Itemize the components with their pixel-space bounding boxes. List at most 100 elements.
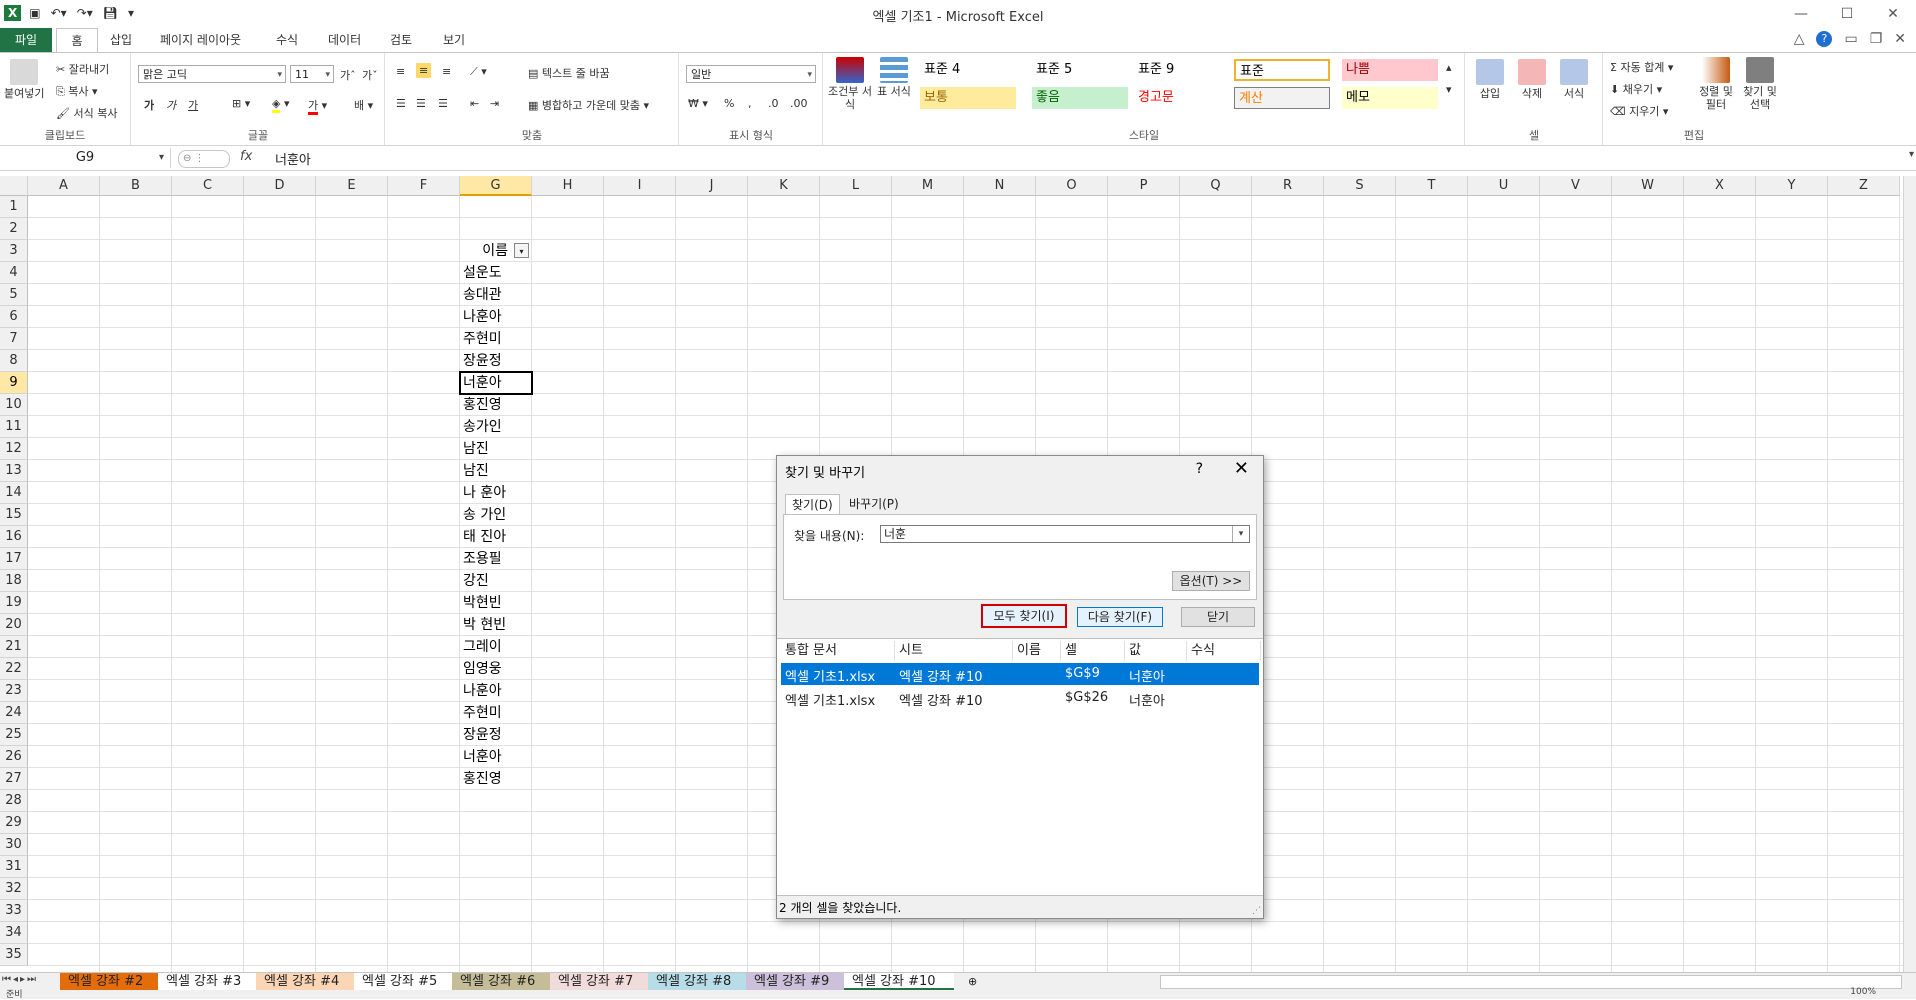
table-cell[interactable]: 송대관 bbox=[460, 284, 532, 306]
column-header-x[interactable]: X bbox=[1684, 176, 1756, 196]
options-button[interactable]: 옵션(T) >> bbox=[1172, 571, 1250, 591]
column-header-w[interactable]: W bbox=[1612, 176, 1684, 196]
column-header-v[interactable]: V bbox=[1540, 176, 1612, 196]
table-cell[interactable]: 그레이 bbox=[460, 636, 532, 658]
table-cell[interactable]: 강진 bbox=[460, 570, 532, 592]
orientation-icon[interactable]: ⟋ ▾ bbox=[470, 65, 487, 79]
style-swatch[interactable]: 계산 bbox=[1234, 87, 1330, 109]
tab-review[interactable]: 검토 bbox=[380, 28, 422, 52]
collapse-ribbon-icon[interactable]: △ bbox=[1794, 31, 1805, 47]
sheet-tab[interactable]: 엑셀 강좌 #4 bbox=[256, 973, 354, 990]
row-header-1[interactable]: 1 bbox=[0, 196, 28, 218]
insert-function-button[interactable]: fx bbox=[240, 149, 252, 164]
row-header-22[interactable]: 22 bbox=[0, 658, 28, 680]
workbook-minimize-icon[interactable]: ▭ bbox=[1844, 31, 1857, 47]
table-cell[interactable]: 남진 bbox=[460, 438, 532, 460]
row-header-20[interactable]: 20 bbox=[0, 614, 28, 636]
column-header-g[interactable]: G bbox=[460, 176, 532, 196]
column-header-a[interactable]: A bbox=[28, 176, 100, 196]
row-header-8[interactable]: 8 bbox=[0, 350, 28, 372]
row-header-27[interactable]: 27 bbox=[0, 768, 28, 790]
row-header-18[interactable]: 18 bbox=[0, 570, 28, 592]
sheet-tab[interactable]: 엑셀 강좌 #5 bbox=[354, 973, 452, 990]
column-header-f[interactable]: F bbox=[388, 176, 460, 196]
results-column-header[interactable]: 이름 bbox=[1013, 641, 1061, 661]
style-swatch[interactable]: 경고문 bbox=[1134, 87, 1230, 109]
close-window-button[interactable]: ✕ bbox=[1870, 0, 1916, 28]
row-header-15[interactable]: 15 bbox=[0, 504, 28, 526]
table-cell[interactable]: 설운도 bbox=[460, 262, 532, 284]
filter-dropdown-icon[interactable]: ▾ bbox=[514, 243, 529, 258]
sheet-tab[interactable]: 엑셀 강좌 #3 bbox=[158, 973, 256, 990]
align-right-icon[interactable]: ☰ bbox=[438, 97, 448, 110]
style-swatch[interactable]: 표준 9 bbox=[1134, 59, 1230, 81]
row-header-3[interactable]: 3 bbox=[0, 240, 28, 262]
table-cell[interactable]: 송 가인 bbox=[460, 504, 532, 526]
column-header-q[interactable]: Q bbox=[1180, 176, 1252, 196]
find-select-button[interactable]: 찾기 및 선택 bbox=[1738, 57, 1782, 111]
style-swatch[interactable]: 표준 4 bbox=[920, 59, 1016, 81]
row-header-32[interactable]: 32 bbox=[0, 878, 28, 900]
column-header-y[interactable]: Y bbox=[1756, 176, 1828, 196]
table-cell[interactable]: 나훈아 bbox=[460, 680, 532, 702]
results-column-header[interactable]: 시트 bbox=[895, 641, 1013, 661]
table-cell[interactable]: 장윤정 bbox=[460, 724, 532, 746]
dialog-help-button[interactable]: ? bbox=[1196, 461, 1203, 477]
sort-filter-button[interactable]: 정렬 및 필터 bbox=[1696, 57, 1736, 111]
row-header-4[interactable]: 4 bbox=[0, 262, 28, 284]
results-column-header[interactable]: 통합 문서 bbox=[781, 641, 895, 661]
align-left-icon[interactable]: ☰ bbox=[396, 97, 406, 110]
style-swatch[interactable]: 보통 bbox=[920, 87, 1016, 109]
tab-file[interactable]: 파일 bbox=[0, 28, 52, 52]
results-row[interactable]: 엑셀 기초1.xlsx 엑셀 강좌 #10 $G$9 너훈아 bbox=[781, 663, 1259, 685]
row-header-34[interactable]: 34 bbox=[0, 922, 28, 944]
style-swatch[interactable]: 좋음 bbox=[1032, 87, 1128, 109]
row-header-9[interactable]: 9 bbox=[0, 372, 28, 394]
table-cell[interactable]: 박 현빈 bbox=[460, 614, 532, 636]
column-header-c[interactable]: C bbox=[172, 176, 244, 196]
font-size-combo[interactable]: 11 bbox=[290, 65, 334, 84]
minimize-button[interactable]: — bbox=[1778, 0, 1824, 28]
column-header-m[interactable]: M bbox=[892, 176, 964, 196]
table-cell[interactable]: 나훈아 bbox=[460, 306, 532, 328]
row-header-35[interactable]: 35 bbox=[0, 944, 28, 966]
cut-button[interactable]: ✂ 잘라내기 bbox=[56, 61, 109, 77]
number-format-combo[interactable]: 일반 bbox=[686, 65, 816, 84]
column-header-u[interactable]: U bbox=[1468, 176, 1540, 196]
horizontal-scrollbar[interactable] bbox=[1160, 975, 1902, 989]
vertical-scrollbar[interactable] bbox=[1903, 176, 1916, 972]
formula-expand-icon[interactable]: ⊖ ⋮ bbox=[178, 150, 230, 168]
tab-formulas[interactable]: 수식 bbox=[266, 28, 308, 52]
merge-center-button[interactable]: ▦ 병합하고 가운데 맞춤 ▾ bbox=[528, 97, 649, 113]
row-header-31[interactable]: 31 bbox=[0, 856, 28, 878]
fill-color-icon[interactable]: ◈ ▾ bbox=[272, 97, 290, 113]
row-header-5[interactable]: 5 bbox=[0, 284, 28, 306]
bold-button[interactable]: 가 bbox=[144, 97, 154, 113]
indent-decrease-icon[interactable]: ⇤ bbox=[470, 97, 479, 110]
row-header-19[interactable]: 19 bbox=[0, 592, 28, 614]
table-cell[interactable]: 주현미 bbox=[460, 702, 532, 724]
tab-data[interactable]: 데이터 bbox=[318, 28, 371, 52]
row-header-30[interactable]: 30 bbox=[0, 834, 28, 856]
style-swatch[interactable]: 나쁨 bbox=[1342, 59, 1438, 81]
table-cell[interactable]: 태 진아 bbox=[460, 526, 532, 548]
tab-insert[interactable]: 삽입 bbox=[100, 28, 142, 52]
results-column-header[interactable]: 셀 bbox=[1061, 641, 1125, 661]
column-header-t[interactable]: T bbox=[1396, 176, 1468, 196]
find-all-button[interactable]: 모두 찾기(I) bbox=[981, 604, 1067, 628]
find-next-button[interactable]: 다음 찾기(F) bbox=[1077, 607, 1163, 627]
results-column-header[interactable]: 값 bbox=[1125, 641, 1187, 661]
column-header-n[interactable]: N bbox=[964, 176, 1036, 196]
italic-button[interactable]: 가 bbox=[166, 97, 176, 113]
sheet-tab[interactable]: 엑셀 강좌 #9 bbox=[746, 973, 844, 990]
format-painter-button[interactable]: 🖌︎ 서식 복사 bbox=[56, 105, 117, 121]
table-cell[interactable]: 남진 bbox=[460, 460, 532, 482]
expand-formula-bar-icon[interactable]: ▾ bbox=[1909, 149, 1914, 160]
workbook-close-icon[interactable]: ✕ bbox=[1894, 31, 1906, 47]
table-cell[interactable]: 홍진영 bbox=[460, 768, 532, 790]
row-header-21[interactable]: 21 bbox=[0, 636, 28, 658]
column-header-d[interactable]: D bbox=[244, 176, 316, 196]
tab-replace[interactable]: 바꾸기(P) bbox=[843, 494, 905, 514]
column-header-k[interactable]: K bbox=[748, 176, 820, 196]
column-header-j[interactable]: J bbox=[676, 176, 748, 196]
